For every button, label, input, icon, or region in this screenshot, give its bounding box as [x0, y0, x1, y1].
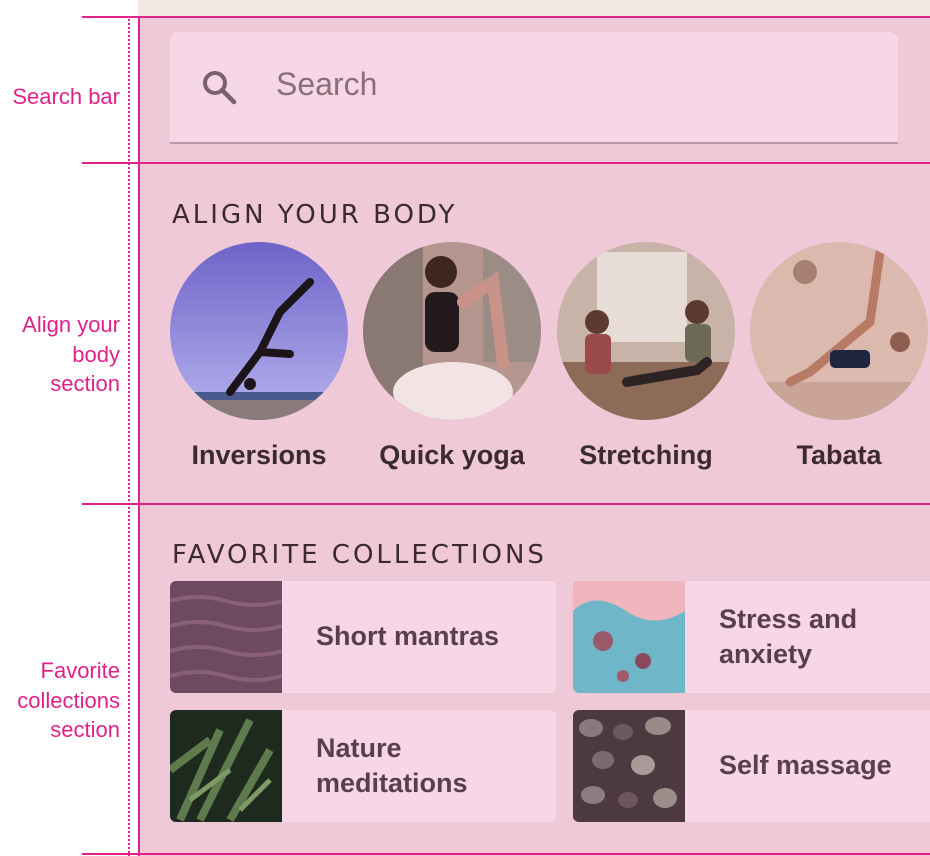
annotation-favorite-section: Favorite collections section — [17, 658, 120, 743]
search-bar[interactable]: Search — [170, 32, 898, 144]
nature-meditations-image — [170, 710, 282, 822]
collection-label: Short mantras — [316, 621, 500, 652]
align-section-title: ALIGN YOUR BODY — [172, 200, 458, 230]
align-item-stretching[interactable]: Stretching — [557, 242, 735, 470]
stretching-image — [557, 242, 735, 420]
annotation-divider — [82, 503, 930, 505]
collections-section-title: FAVORITE COLLECTIONS — [172, 540, 547, 570]
annotation-divider — [82, 853, 930, 855]
collection-label: Stress and anxiety — [719, 603, 858, 669]
align-item-label: Quick yoga — [379, 440, 525, 470]
collection-card-self-massage[interactable]: Self massage — [573, 710, 930, 822]
annotation-solid-line — [138, 16, 140, 856]
align-item-label: Tabata — [796, 440, 882, 470]
annotation-dotted-line — [128, 16, 130, 856]
collection-card-nature-meditations[interactable]: Nature meditations — [170, 710, 556, 822]
quick-yoga-image — [363, 242, 541, 420]
align-item-inversions[interactable]: Inversions — [170, 242, 348, 470]
collection-card-stress-and-anxiety[interactable]: Stress and anxiety — [573, 581, 930, 693]
status-area — [138, 0, 930, 16]
align-item-quick-yoga[interactable]: Quick yoga — [363, 242, 541, 470]
align-item-label: Inversions — [191, 440, 327, 470]
search-input[interactable]: Search — [276, 66, 377, 103]
align-item-label: Stretching — [579, 440, 713, 470]
tabata-image — [750, 242, 928, 420]
collection-card-short-mantras[interactable]: Short mantras — [170, 581, 556, 693]
annotation-align-section: Align your body section — [22, 312, 120, 397]
align-item-tabata[interactable]: Tabata — [750, 242, 928, 470]
annotation-search-bar: Search bar — [12, 84, 120, 109]
self-massage-image — [573, 710, 685, 822]
stress-and-anxiety-image — [573, 581, 685, 693]
annotation-divider — [82, 16, 930, 18]
short-mantras-image — [170, 581, 282, 693]
search-icon — [203, 71, 237, 105]
inversions-image — [170, 242, 348, 420]
collection-label: Nature meditations — [316, 732, 468, 798]
app-screen: Search ALIGN YOUR BODY Inversions Quick … — [138, 0, 930, 856]
annotation-divider — [82, 162, 930, 164]
collection-label: Self massage — [719, 750, 892, 781]
